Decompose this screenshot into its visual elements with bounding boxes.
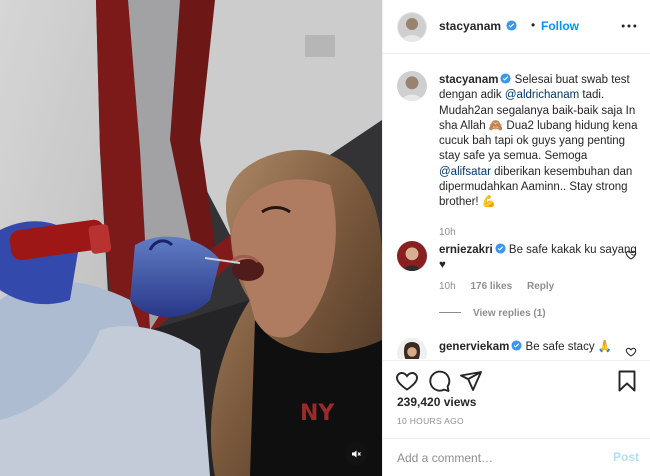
verified-badge-icon	[495, 243, 506, 254]
view-replies-button[interactable]: View replies (1)	[439, 308, 546, 319]
comment-item: erniezakri Be safe kakak ku sayang ♥ 10h…	[397, 241, 637, 311]
verified-badge-icon	[511, 340, 522, 351]
author-avatar[interactable]	[397, 12, 427, 42]
comment-likes-link[interactable]: 176 likes	[470, 281, 512, 292]
verified-badge-icon	[506, 20, 517, 31]
post-header: stacyanam • Follow	[383, 0, 650, 54]
comment-input[interactable]	[397, 448, 597, 468]
comment-item: generviekam Be safe stacy 🙏	[397, 338, 637, 359]
comment-like-heart-icon[interactable]	[625, 346, 637, 358]
comment-meta: 10h 176 likes Reply	[439, 281, 566, 292]
author-username: stacyanam	[439, 19, 502, 33]
caption-text: stacyanam Selesai buat swab test dengan …	[439, 73, 639, 211]
commenter-username-link[interactable]: erniezakri	[439, 244, 493, 256]
mention-link[interactable]: @alifsatar	[439, 166, 491, 178]
comment-icon[interactable]	[427, 369, 451, 393]
comment-body: Be safe stacy 🙏	[525, 341, 613, 353]
mention-link[interactable]: @aldrichanam	[505, 89, 579, 101]
post-timestamp[interactable]: 10 HOURS AGO	[397, 416, 464, 426]
bookmark-icon[interactable]	[615, 369, 639, 393]
caption: stacyanam Selesai buat swab test dengan …	[397, 71, 637, 241]
comments-list[interactable]: stacyanam Selesai buat swab test dengan …	[383, 55, 650, 359]
post-actions: 239,420 views 10 HOURS AGO	[383, 360, 650, 444]
heart-icon[interactable]	[395, 369, 419, 393]
view-replies-label: View replies (1)	[473, 308, 546, 319]
caption-username-link[interactable]: stacyanam	[439, 74, 498, 86]
more-options-icon[interactable]	[619, 16, 639, 36]
verified-badge-icon	[500, 73, 512, 84]
reply-button[interactable]: Reply	[527, 281, 554, 292]
view-count[interactable]: 239,420 views	[397, 395, 476, 409]
add-comment-bar: Post	[383, 438, 650, 476]
video-frame: NY	[0, 0, 382, 476]
post-details-panel: stacyanam • Follow stacyanam Selesai bua…	[382, 0, 650, 476]
mute-toggle-button[interactable]	[345, 443, 367, 465]
caption-meta: 10h	[439, 227, 468, 238]
share-icon[interactable]	[459, 369, 483, 393]
comment-like-heart-icon[interactable]	[625, 249, 637, 261]
post-comment-button[interactable]: Post	[613, 450, 639, 464]
caption-author-avatar[interactable]	[397, 71, 427, 101]
separator-dot: •	[531, 18, 536, 32]
caption-timestamp[interactable]: 10h	[439, 227, 456, 238]
commenter-avatar[interactable]	[397, 338, 427, 359]
commenter-avatar[interactable]	[397, 241, 427, 271]
comment-text: generviekam Be safe stacy 🙏	[439, 340, 639, 355]
follow-button[interactable]: Follow	[541, 19, 579, 33]
commenter-username-link[interactable]: generviekam	[439, 341, 509, 353]
comment-timestamp[interactable]: 10h	[439, 281, 456, 292]
muted-speaker-icon	[352, 450, 361, 458]
post-video[interactable]: NY	[0, 0, 382, 476]
author-username-link[interactable]: stacyanam	[439, 19, 517, 33]
view-replies-line	[439, 312, 461, 313]
comment-text: erniezakri Be safe kakak ku sayang ♥	[439, 243, 639, 274]
